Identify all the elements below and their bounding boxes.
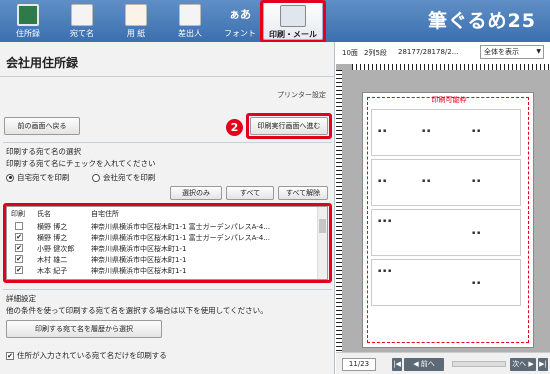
first-page-button[interactable]: |◀	[392, 358, 402, 371]
back-button[interactable]: 前の画面へ戻る	[4, 117, 80, 135]
history-select-button[interactable]: 印刷する宛て名を履歴から選択	[6, 320, 162, 338]
toolbar-label: 宛て名	[70, 29, 94, 38]
card-mark: ▪ ▪	[472, 178, 481, 184]
font-icon: ぁあ	[229, 8, 251, 21]
divider	[3, 142, 332, 143]
record-counter: 28177/28178/2...	[398, 48, 459, 56]
sheet-count: 10面	[342, 49, 358, 57]
card-mark: ▪ ▪	[472, 230, 481, 236]
printer-settings-link[interactable]: プリンター設定	[277, 90, 326, 100]
last-page-button[interactable]: ▶|	[538, 358, 548, 371]
next-page-button[interactable]: 次へ ▶	[510, 358, 536, 371]
radio-home-label: 自宅宛てを印刷	[17, 173, 70, 182]
card-mark: ▪ ▪ ▪	[378, 218, 392, 224]
address-book-icon	[17, 4, 39, 26]
page-slider[interactable]	[452, 361, 506, 367]
addressee-icon	[71, 4, 93, 26]
ruler-vertical	[336, 70, 342, 352]
label-card: ▪ ▪ ▪ ▪ ▪	[371, 209, 521, 256]
card-mark: ▪ ▪	[422, 128, 431, 134]
card-mark: ▪ ▪	[378, 178, 387, 184]
toolbar-sender-button[interactable]: 差出人	[164, 2, 216, 40]
callout-2: 2	[226, 119, 243, 136]
toolbar-font-button[interactable]: ぁあ フォント	[214, 2, 266, 40]
toolbar-address-book-button[interactable]: 住所録	[2, 2, 54, 40]
card-mark: ▪ ▪ ▪	[378, 268, 392, 274]
radio-home[interactable]: 自宅宛てを印刷	[6, 172, 69, 183]
chevron-down-icon: ▼	[536, 48, 541, 55]
label-card: ▪ ▪ ▪ ▪ ▪	[371, 259, 521, 306]
radio-empty-icon	[92, 173, 100, 182]
clear-all-button[interactable]: すべて解除	[278, 186, 328, 200]
toolbar-label: 住所録	[16, 29, 40, 38]
layout-label: 2列5段	[364, 49, 387, 57]
radio-company-label: 会社宛てを印刷	[103, 173, 156, 182]
card-mark: ▪ ▪	[422, 178, 431, 184]
address-only-label: 住所が入力されている宛て名だけを印刷する	[17, 351, 167, 360]
sender-icon	[179, 4, 201, 26]
select-only-button[interactable]: 選択のみ	[170, 186, 222, 200]
label-card: ▪ ▪ ▪ ▪ ▪ ▪	[371, 159, 521, 206]
paper-preview: 印刷可能枠 ▪ ▪ ▪ ▪ ▪ ▪ ▪ ▪ ▪ ▪ ▪ ▪ ▪ ▪ ▪ ▪ ▪ …	[362, 92, 534, 348]
address-only-checkbox[interactable]: ✔ 住所が入力されている宛て名だけを印刷する	[6, 350, 167, 361]
checkbox-checked-icon: ✔	[6, 351, 14, 360]
toolbar-label: 差出人	[178, 29, 202, 38]
highlight-print-tab	[260, 0, 326, 43]
highlight-print-exec	[246, 113, 332, 139]
toolbar-addressee-button[interactable]: 宛て名	[56, 2, 108, 40]
card-mark: ▪ ▪	[472, 280, 481, 286]
page-title: 会社用住所録	[6, 56, 79, 70]
toolbar-label: フォント	[224, 29, 256, 38]
toolbar-label: 用 紙	[126, 29, 146, 38]
paper-icon	[125, 4, 147, 26]
select-all-button[interactable]: すべて	[226, 186, 274, 200]
app-title: 筆ぐるめ25	[427, 10, 536, 32]
printable-area-label: 印刷可能枠	[431, 96, 467, 104]
preview-footer: 11/23 |◀ ◀ 前へ 次へ ▶ ▶|	[336, 352, 550, 374]
detail-section-heading: 詳細設定	[6, 294, 36, 303]
prev-page-button[interactable]: ◀ 前へ	[404, 358, 444, 371]
radio-selected-icon	[6, 173, 14, 182]
divider	[3, 289, 332, 290]
preview-header: 10面 2列5段 28177/28178/2... 全体を表示 ▼	[336, 42, 550, 62]
divider	[0, 76, 335, 77]
select-section-heading: 印刷する宛て名の選択	[6, 147, 81, 156]
page-number[interactable]: 11/23	[342, 358, 376, 371]
preview-panel: 10面 2列5段 28177/28178/2... 全体を表示 ▼ 印刷可能枠 …	[336, 42, 550, 374]
card-mark: ▪ ▪	[472, 128, 481, 134]
card-mark: ▪ ▪	[378, 128, 387, 134]
zoom-select[interactable]: 全体を表示 ▼	[480, 45, 544, 59]
radio-company[interactable]: 会社宛てを印刷	[92, 172, 155, 183]
toolbar-paper-button[interactable]: 用 紙	[110, 2, 162, 40]
label-card: ▪ ▪ ▪ ▪ ▪ ▪	[371, 109, 521, 156]
zoom-value: 全体を表示	[484, 48, 519, 56]
ruler-horizontal	[352, 64, 550, 70]
prev-label: 前へ	[420, 360, 435, 368]
next-label: 次へ	[512, 360, 527, 368]
highlight-table	[3, 203, 332, 283]
detail-description: 他の条件を使って印刷する宛て名を選択する場合は以下を使用してください。	[6, 306, 268, 315]
select-hint: 印刷する宛て名にチェックを入れてください	[6, 159, 156, 168]
